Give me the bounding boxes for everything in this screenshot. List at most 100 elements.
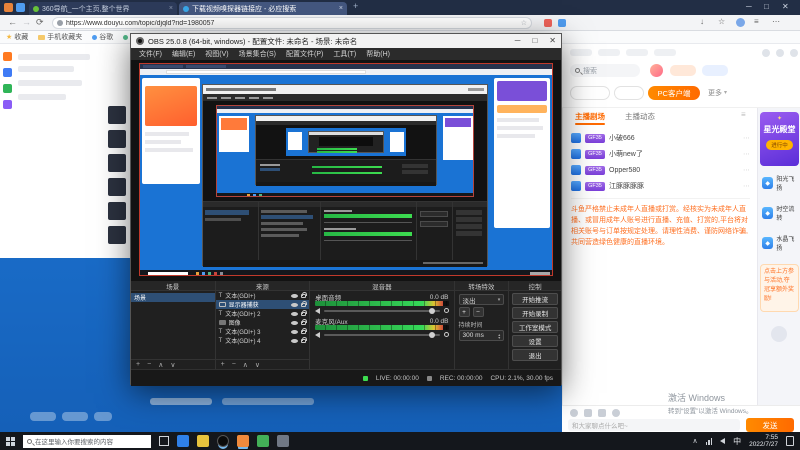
tab-close-icon[interactable]: ×	[169, 5, 173, 12]
menu-tools[interactable]: 工具(T)	[333, 49, 356, 59]
sources-panel-title[interactable]: 来源	[215, 281, 310, 291]
pc-client-button[interactable]: PC客户端	[648, 86, 700, 100]
start-button[interactable]	[6, 436, 15, 446]
more-tools-icon[interactable]: ⋯	[772, 18, 780, 26]
speaker-icon[interactable]	[315, 307, 321, 314]
lock-icon[interactable]	[301, 291, 308, 298]
taskbar-app-orange-icon[interactable]	[237, 435, 249, 447]
video-thumbnail[interactable]	[108, 226, 126, 244]
header-mini-icon[interactable]	[790, 49, 798, 57]
menu-profile[interactable]: 配置文件(P)	[286, 49, 323, 59]
menu-help[interactable]: 帮助(H)	[366, 49, 390, 59]
scene-down-icon[interactable]: ∨	[170, 361, 175, 369]
scene-item[interactable]: 场景	[131, 293, 215, 302]
header-mini-icon[interactable]	[762, 49, 770, 57]
add-scene-icon[interactable]: +	[136, 361, 140, 368]
sidebar-tab-active[interactable]: 主播剧场	[575, 111, 605, 122]
taskbar-clock[interactable]: 7:55 2022/7/27	[749, 434, 778, 448]
visibility-eye-icon[interactable]	[291, 311, 299, 316]
remove-scene-icon[interactable]: −	[147, 361, 151, 368]
vip-row[interactable]: GF35 小萌new了 ⋯	[563, 146, 758, 162]
visibility-eye-icon[interactable]	[291, 329, 299, 334]
menu-edit[interactable]: 编辑(E)	[172, 49, 195, 59]
source-row[interactable]: T 文本(GDI+) 3	[216, 327, 310, 336]
starlight-banner[interactable]: ✦ 星光殿堂 进行中	[760, 112, 799, 166]
account-avatar-icon[interactable]	[736, 18, 745, 27]
download-icon[interactable]: ↓	[700, 18, 704, 26]
favorites-icon[interactable]: ☆	[718, 18, 725, 26]
fanbadge-icon[interactable]	[598, 409, 606, 417]
obs-close-button[interactable]: ✕	[549, 37, 556, 45]
transition-select[interactable]: 淡出 ▾	[458, 294, 505, 305]
start-streaming-button[interactable]: 开始推流	[512, 293, 558, 305]
lock-icon[interactable]	[301, 309, 308, 316]
rail-item[interactable]: ◆ 时空流转	[762, 204, 799, 222]
browser-tab-active[interactable]: 下载视频嗅探器链接应 - 必应搜索 ×	[179, 2, 347, 15]
ime-indicator[interactable]: 中	[733, 436, 741, 447]
fader-handle[interactable]	[428, 307, 435, 314]
header-nav-item[interactable]	[570, 49, 592, 56]
taskbar-app-folder-icon[interactable]	[197, 435, 209, 447]
window-close-button[interactable]: ✕	[782, 3, 789, 11]
window-minimize-button[interactable]: ─	[746, 3, 752, 11]
header-mini-icon[interactable]	[776, 49, 784, 57]
task-view-button[interactable]	[159, 436, 169, 446]
duration-spinbox[interactable]: 300 ms ▴ ▾	[458, 330, 505, 341]
header-chip[interactable]	[702, 65, 728, 76]
tray-chevron-up-icon[interactable]: ∧	[692, 438, 697, 445]
speaker-icon[interactable]	[315, 331, 321, 338]
video-thumbnail[interactable]	[108, 154, 126, 172]
remove-transition-button[interactable]: −	[472, 307, 484, 317]
source-row[interactable]: T 文本(GDI+)	[216, 291, 310, 300]
channel-settings-icon[interactable]	[443, 308, 449, 313]
pinned-tab-icon-1[interactable]	[4, 3, 13, 12]
scenes-panel-title[interactable]: 场景	[131, 281, 215, 291]
emoji-icon[interactable]	[570, 409, 578, 417]
transitions-panel-title[interactable]: 转场特效	[454, 281, 509, 291]
sidebar-tab-inactive[interactable]: 主播动态	[625, 111, 655, 122]
source-row[interactable]: 图像	[216, 318, 310, 327]
channel-settings-icon[interactable]	[443, 332, 449, 337]
address-bar[interactable]: https://www.douyu.com/topic/djqld?rid=19…	[52, 17, 532, 29]
obs-minimize-button[interactable]: ─	[515, 37, 521, 45]
rail-item[interactable]: ◆ 水晶飞扬	[762, 234, 799, 252]
exit-button[interactable]: 退出	[512, 349, 558, 361]
obs-preview[interactable]	[131, 60, 561, 281]
page-side-icon-purple[interactable]	[3, 100, 12, 109]
page-side-icon-blue[interactable]	[3, 68, 12, 77]
mixer-panel-title[interactable]: 混音器	[310, 281, 454, 291]
tray-volume-icon[interactable]	[720, 438, 726, 444]
menu-file[interactable]: 文件(F)	[139, 49, 162, 59]
lock-icon[interactable]	[301, 318, 308, 325]
taskbar-app-gray-icon[interactable]	[277, 435, 289, 447]
header-nav-item[interactable]	[654, 49, 676, 56]
new-tab-button[interactable]: +	[353, 2, 358, 11]
chat-settings-icon[interactable]	[612, 409, 620, 417]
lock-icon[interactable]	[301, 336, 308, 343]
visibility-eye-icon[interactable]	[291, 320, 299, 325]
header-pill-outline[interactable]	[614, 86, 644, 100]
source-row[interactable]: T 文本(GDI+) 4	[216, 336, 310, 345]
scene-up-icon[interactable]: ∧	[158, 361, 163, 369]
browser-menu-icon[interactable]: ≡	[754, 18, 759, 26]
vip-more-icon[interactable]: ⋯	[743, 167, 750, 174]
header-search-box[interactable]: 搜索	[570, 64, 640, 77]
remove-source-icon[interactable]: −	[232, 361, 236, 368]
bookmark-star-icon[interactable]: ☆	[521, 20, 527, 27]
volume-fader[interactable]	[324, 307, 440, 314]
lock-icon[interactable]	[301, 300, 308, 307]
rail-more-icon[interactable]	[771, 326, 787, 342]
network-icon[interactable]	[705, 437, 713, 445]
vip-row[interactable]: GF35 小破666 ⋯	[563, 130, 758, 146]
vip-more-icon[interactable]: ⋯	[743, 151, 750, 158]
header-pill-outline[interactable]	[570, 86, 610, 100]
fader-handle[interactable]	[428, 331, 435, 338]
source-row[interactable]: T 文本(GDI+) 2	[216, 309, 310, 318]
chat-input[interactable]: 和大家聊点什么吧~	[568, 419, 740, 431]
vip-row[interactable]: GF35 Opper580 ⋯	[563, 162, 758, 178]
back-icon[interactable]: ←	[8, 18, 17, 27]
obs-maximize-button[interactable]: □	[532, 37, 537, 45]
bookmark-item[interactable]: 手机收藏夹	[38, 32, 82, 42]
notification-center-icon[interactable]	[786, 436, 794, 446]
extension-icon[interactable]	[558, 19, 566, 27]
